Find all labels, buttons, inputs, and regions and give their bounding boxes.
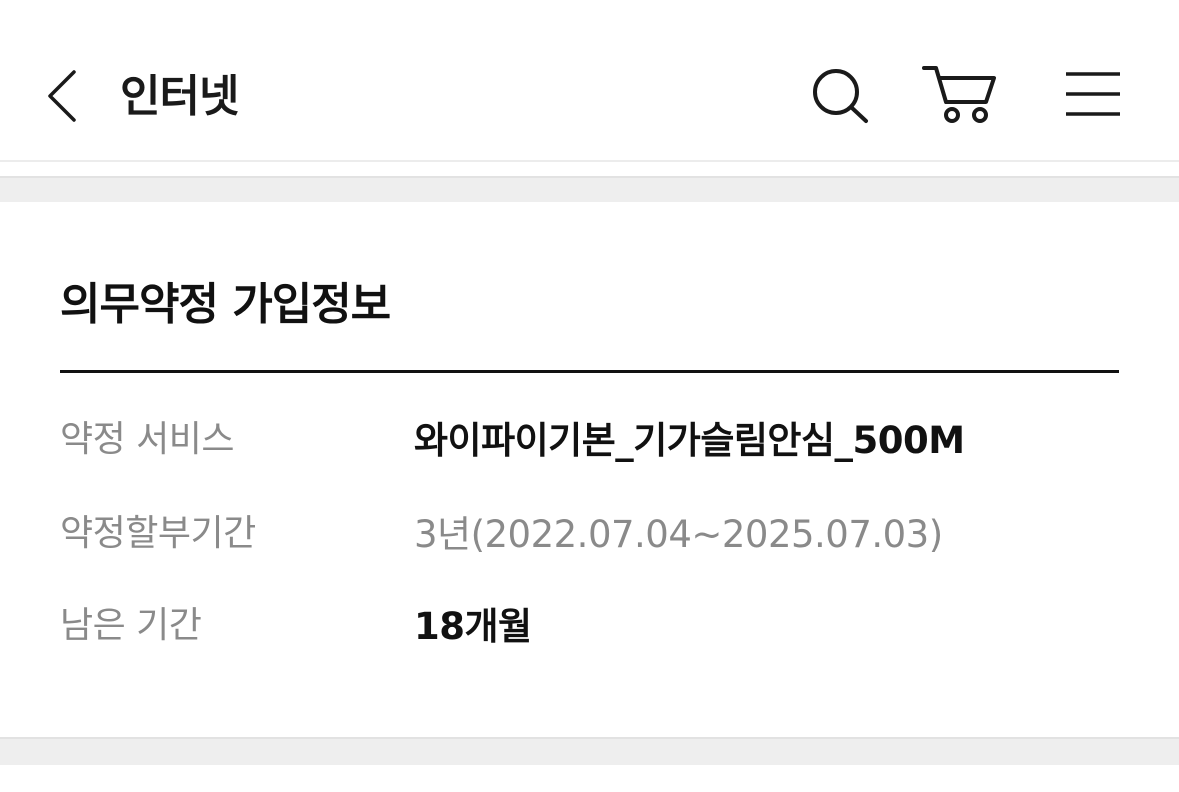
chevron-left-icon: [48, 70, 76, 122]
section-separator: [0, 176, 1179, 202]
row-label: 남은 기간: [60, 605, 202, 646]
row-label: 약정할부기간: [60, 513, 256, 554]
cart-icon: [922, 66, 996, 123]
back-button[interactable]: [40, 64, 88, 128]
row-value: 와이파이기본_기가슬림안심_500M: [414, 419, 965, 462]
page-title: 인터넷: [120, 71, 239, 122]
row-label: 약정 서비스: [60, 419, 235, 460]
row-value: 18개월: [414, 605, 532, 648]
row-value: 3년(2022.07.04~2025.07.03): [414, 513, 943, 556]
search-icon: [813, 69, 868, 123]
section-divider: [60, 370, 1119, 373]
section-separator: [0, 737, 1179, 765]
hamburger-menu-icon: [1066, 72, 1120, 116]
info-row-period: 약정할부기간 3년(2022.07.04~2025.07.03): [60, 504, 1119, 560]
page: 인터넷 의무약정 가입정보 약정 서비스 와이파이기본_기가슬림안심_500M …: [0, 0, 1179, 792]
top-app-bar: 인터넷: [0, 0, 1179, 162]
section-title: 의무약정 가입정보: [60, 279, 391, 330]
info-row-remaining: 남은 기간 18개월: [60, 596, 1119, 652]
cart-button[interactable]: [918, 58, 1004, 128]
search-button[interactable]: [806, 58, 876, 128]
menu-button[interactable]: [1060, 64, 1126, 124]
info-row-service: 약정 서비스 와이파이기본_기가슬림안심_500M: [60, 410, 1119, 466]
